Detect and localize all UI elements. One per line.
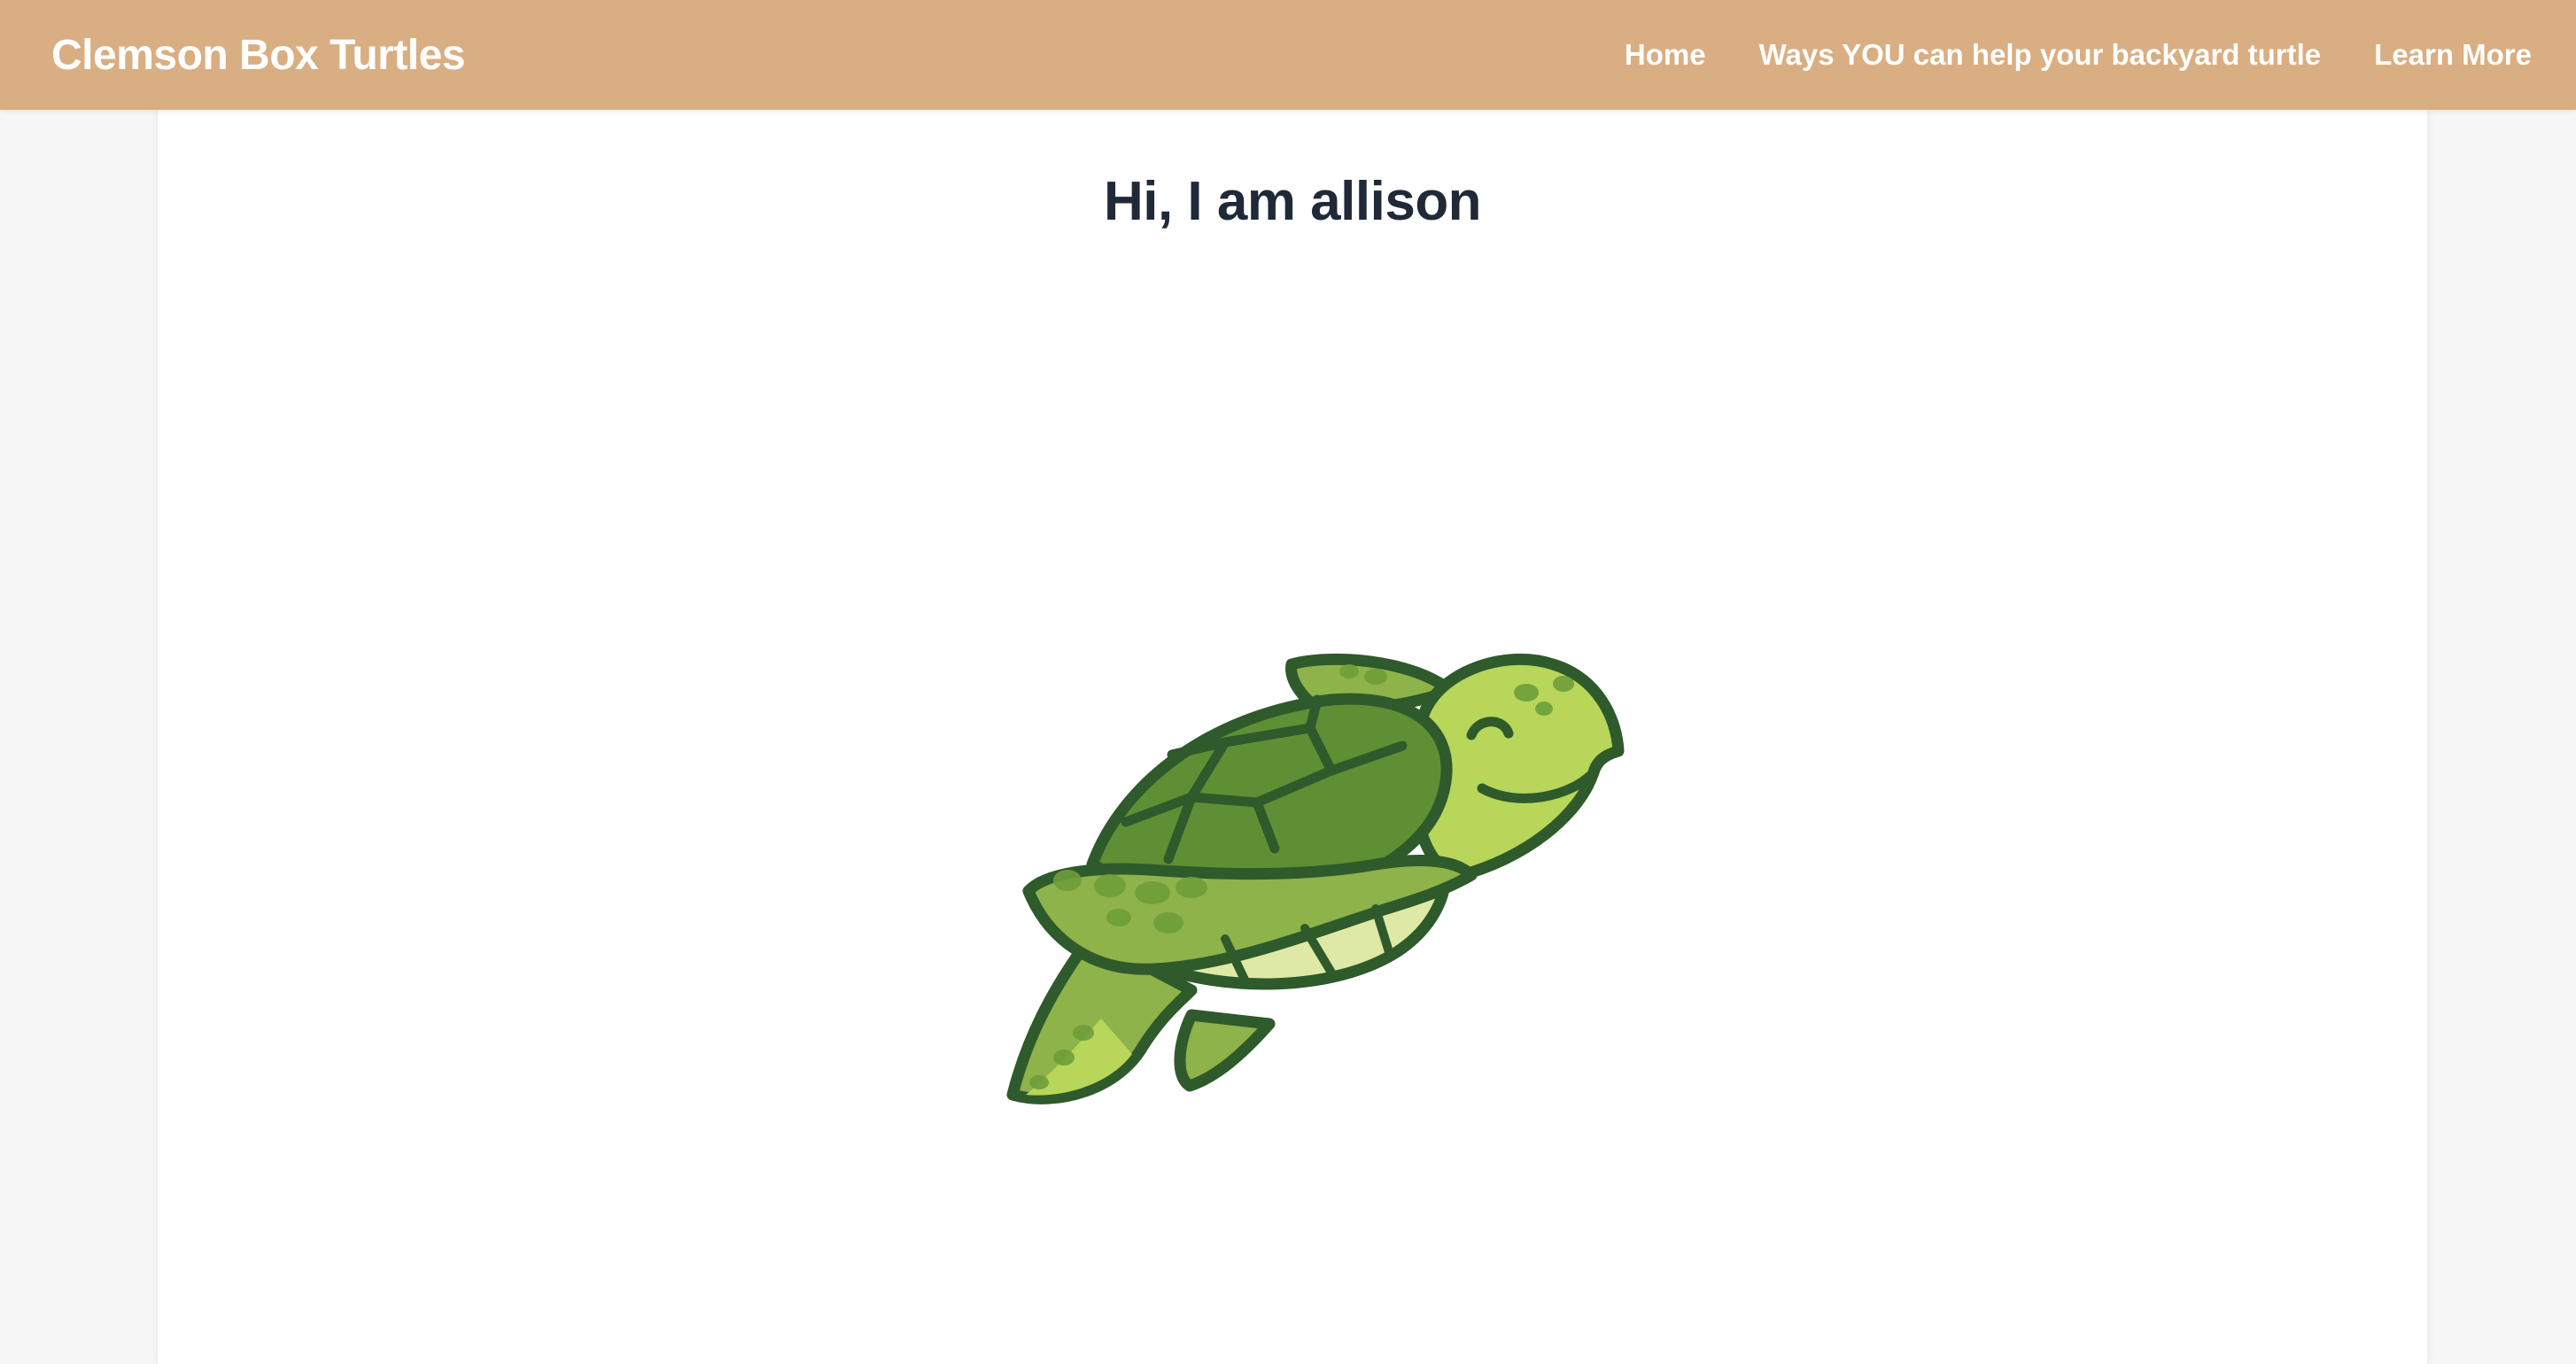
brand-logo-link[interactable]: Clemson Box Turtles: [51, 31, 466, 80]
nav-link-learn-more[interactable]: Learn More: [2374, 38, 2532, 72]
sea-turtle-illustration: [1006, 653, 1625, 1104]
nav-link-home[interactable]: Home: [1625, 38, 1706, 72]
nav-link-ways-to-help[interactable]: Ways YOU can help your backyard turtle: [1759, 38, 2322, 72]
nav-links: Home Ways YOU can help your backyard tur…: [1625, 38, 2532, 72]
page-title: Hi, I am allison: [1103, 171, 1482, 232]
content-card: Hi, I am allison: [157, 110, 2428, 1364]
top-navbar: Clemson Box Turtles Home Ways YOU can he…: [0, 0, 2576, 110]
